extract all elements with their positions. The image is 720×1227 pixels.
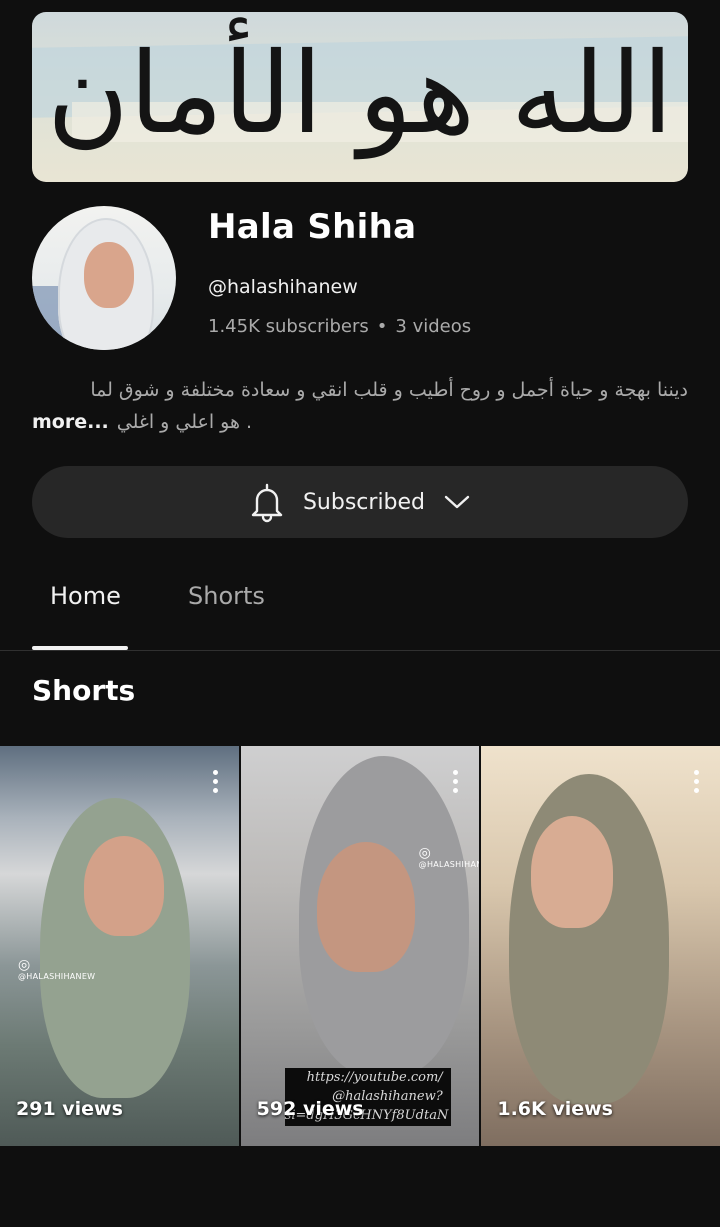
instagram-watermark: ◎ @HALASHIHANEW — [419, 846, 480, 869]
banner-calligraphy: الله هو الأمان — [46, 29, 674, 159]
description-line: هو اعلي و اغلي . — [116, 411, 253, 433]
short-thumbnail[interactable]: 1.6K views — [481, 746, 720, 1146]
instagram-icon: ◎ — [418, 845, 432, 861]
chevron-down-icon — [443, 492, 471, 512]
short-thumbnail[interactable]: ◎ @HALASHIHANEW 291 views — [0, 746, 239, 1146]
short-views: 592 views — [256, 1098, 364, 1120]
avatar-face — [84, 242, 134, 308]
watermark-text: @HALASHIHANEW — [418, 860, 480, 869]
instagram-icon: ◎ — [18, 957, 31, 973]
subscribed-button[interactable]: Subscribed — [32, 466, 688, 538]
bell-icon — [249, 481, 285, 523]
short-face — [316, 842, 415, 972]
more-link[interactable]: more... — [32, 406, 109, 438]
watermark-text: @HALASHIHANEW — [18, 972, 96, 981]
more-vert-icon[interactable] — [694, 770, 700, 797]
tab-shorts[interactable]: Shorts — [188, 582, 265, 610]
more-vert-icon[interactable] — [212, 770, 219, 797]
channel-meta[interactable]: 1.45K subscribers • 3 videos — [208, 316, 471, 337]
more-vert-icon[interactable] — [453, 770, 459, 797]
short-views: 1.6K views — [497, 1098, 613, 1120]
short-face — [84, 836, 164, 936]
channel-description[interactable]: ديننا بهجة و حياة أجمل و روح أطيب و قلب … — [32, 374, 688, 438]
tab-home[interactable]: Home — [50, 582, 121, 610]
video-count: 3 videos — [395, 316, 472, 337]
section-title: Shorts — [32, 674, 136, 707]
channel-handle: @halashihanew — [208, 276, 358, 298]
instagram-watermark: ◎ @HALASHIHANEW — [18, 958, 95, 981]
channel-name: Hala Shiha — [208, 207, 417, 247]
subscriber-count: 1.45K subscribers — [208, 316, 369, 337]
short-views: 291 views — [16, 1098, 123, 1120]
short-face — [531, 816, 614, 928]
channel-banner[interactable]: الله هو الأمان — [32, 12, 688, 182]
meta-separator: • — [376, 316, 388, 337]
description-line: ديننا بهجة و حياة أجمل و روح أطيب و قلب … — [90, 379, 688, 401]
channel-tabs: Home Shorts — [0, 560, 720, 651]
shorts-shelf: ◎ @HALASHIHANEW 291 views ◎ @HALASHIHANE… — [0, 746, 720, 1146]
active-tab-indicator — [32, 646, 128, 650]
subscribed-label: Subscribed — [302, 489, 426, 515]
short-thumbnail[interactable]: ◎ @HALASHIHANEW https://youtube.com/ @ha… — [240, 746, 480, 1146]
channel-avatar[interactable] — [32, 206, 176, 350]
